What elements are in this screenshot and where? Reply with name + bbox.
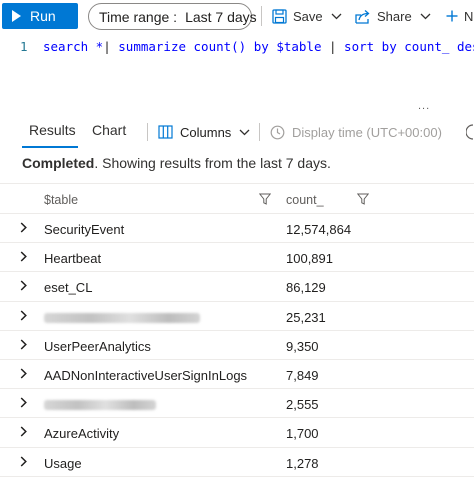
display-time-button[interactable]: Display time (UTC+00:00) — [270, 122, 442, 142]
redacted-table-name — [44, 397, 156, 413]
table-row[interactable]: Usage 1,278 — [0, 448, 474, 477]
count-cell: 86,129 — [286, 280, 326, 296]
results-divider — [147, 123, 148, 141]
chevron-right-icon[interactable] — [20, 251, 27, 262]
results-toolbar: Results Chart Columns Display time (UTC+… — [0, 114, 474, 148]
run-label: Run — [30, 8, 56, 24]
table-row[interactable]: Heartbeat 100,891 — [0, 243, 474, 273]
query-editor[interactable]: 1 search *| summarize count() by $table … — [0, 34, 474, 112]
status-text: . Showing results from the last 7 days. — [94, 155, 331, 171]
query-toolbar: Run Time range : Last 7 days Save Share … — [0, 0, 474, 34]
columns-label: Columns — [180, 124, 232, 140]
chevron-right-icon[interactable] — [20, 310, 27, 321]
new-button[interactable]: N — [446, 5, 473, 27]
results-divider — [259, 123, 260, 141]
chevron-right-icon[interactable] — [20, 455, 27, 467]
table-body: SecurityEvent 12,574,864 Heartbeat 100,891 e… — [0, 214, 474, 477]
table-row[interactable]: AzureActivity 1,700 — [0, 418, 474, 448]
save-label: Save — [293, 8, 323, 24]
chevron-right-icon[interactable] — [20, 280, 27, 291]
save-icon — [272, 8, 287, 24]
columns-icon — [158, 125, 173, 139]
tab-results[interactable]: Results — [29, 122, 76, 138]
chevron-down-icon — [420, 13, 431, 19]
table-name-cell: AADNonInteractiveUserSignInLogs — [44, 367, 248, 383]
chevron-right-icon[interactable] — [20, 339, 27, 350]
table-name-cell: eset_CL — [44, 280, 93, 296]
time-range-value: Last 7 days — [185, 8, 257, 25]
play-icon — [12, 10, 21, 22]
filter-icon[interactable] — [259, 193, 271, 205]
column-header-table[interactable]: $table — [44, 193, 78, 207]
query-text[interactable]: search *| summarize count() by $table | … — [43, 39, 474, 54]
table-row[interactable]: AADNonInteractiveUserSignInLogs 7,849 — [0, 360, 474, 390]
status-strong: Completed — [22, 155, 95, 171]
count-cell: 1,278 — [286, 455, 319, 471]
plus-icon — [446, 10, 458, 22]
table-row[interactable]: eset_CL 86,129 — [0, 272, 474, 302]
table-row[interactable]: UserPeerAnalytics 9,350 — [0, 331, 474, 360]
chevron-right-icon[interactable] — [20, 397, 27, 408]
table-row[interactable]: 25,231 — [0, 302, 474, 331]
share-icon — [355, 9, 370, 24]
table-name-cell: Heartbeat — [44, 251, 102, 267]
table-row[interactable]: SecurityEvent 12,574,864 — [0, 214, 474, 244]
count-cell: 2,555 — [286, 397, 319, 413]
chevron-right-icon[interactable] — [20, 222, 27, 233]
time-range-picker[interactable]: Time range : Last 7 days — [88, 3, 257, 30]
share-label: Share — [377, 8, 412, 24]
filter-icon[interactable] — [357, 193, 369, 205]
table-header: $table count_ — [0, 183, 474, 214]
table-name-cell: AzureActivity — [44, 426, 120, 442]
new-label: N — [464, 8, 474, 24]
count-cell: 9,350 — [286, 338, 319, 354]
chevron-down-icon — [239, 129, 250, 135]
redacted-table-name — [44, 310, 200, 326]
save-button[interactable]: Save — [272, 5, 348, 27]
more-options-icon[interactable] — [466, 124, 474, 140]
clock-icon — [270, 125, 285, 139]
table-row[interactable]: 2,555 — [0, 389, 474, 419]
time-range-label: Time range : — [99, 8, 178, 25]
columns-button[interactable]: Columns — [158, 122, 250, 142]
count-cell: 25,231 — [286, 309, 326, 325]
share-button[interactable]: Share — [355, 5, 437, 27]
toolbar-divider — [261, 6, 262, 26]
count-cell: 100,891 — [286, 251, 333, 267]
count-cell: 12,574,864 — [286, 222, 352, 237]
display-time-label: Display time (UTC+00:00) — [292, 124, 442, 140]
run-button[interactable]: Run — [2, 3, 78, 29]
count-cell: 1,700 — [286, 426, 319, 442]
table-name-cell: Usage — [44, 455, 82, 471]
results-table: $table count_ SecurityEvent 12,574,864 Hea… — [0, 183, 474, 477]
column-header-count[interactable]: count_ — [286, 193, 324, 207]
tab-chart[interactable]: Chart — [92, 122, 126, 138]
count-cell: 7,849 — [286, 367, 319, 383]
line-number: 1 — [20, 39, 28, 54]
query-status: Completed. Showing results from the last… — [22, 155, 331, 171]
chevron-right-icon[interactable] — [20, 426, 27, 437]
active-tab-indicator — [22, 146, 78, 148]
chevron-right-icon[interactable] — [20, 368, 27, 379]
more-options-icon[interactable]: ... — [418, 100, 430, 112]
table-name-cell: UserPeerAnalytics — [44, 338, 151, 354]
table-name-cell: SecurityEvent — [44, 222, 125, 237]
chevron-down-icon — [331, 13, 342, 19]
